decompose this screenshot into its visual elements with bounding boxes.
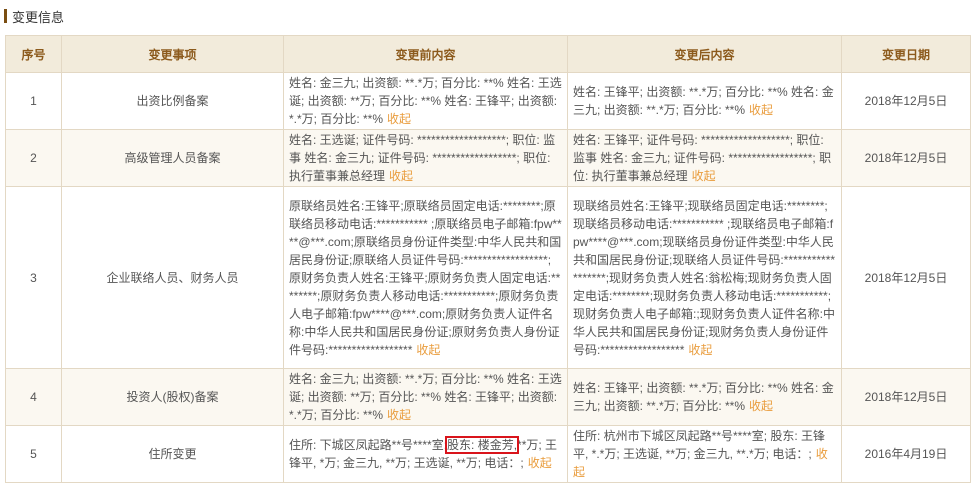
row-item: 住所变更 [61,425,284,483]
row-after: 住所: 杭州市下城区凤起路**号****室; 股东: 王锋平, *.*万; 王选… [567,425,842,483]
row-date: 2018年12月5日 [841,72,971,130]
row-before: 原联络员姓名:王锋平;原联络员固定电话:********;原联络员移动电话:**… [283,186,568,369]
row-item: 投资人(股权)备案 [61,368,284,426]
collapse-link[interactable]: 收起 [688,343,712,357]
row-after: 姓名: 王锋平; 证件号码: *******************; 职位: … [567,129,842,187]
row-before: 住所: 下城区凤起路**号****室;股东: 楼金芳,**万; 王锋平, *万;… [283,425,568,483]
row-index: 4 [5,368,62,426]
section-title: 变更信息 [12,9,65,25]
table-row: 2 高级管理人员备案 姓名: 王选诞; 证件号码: **************… [5,129,971,187]
collapse-link[interactable]: 收起 [528,456,552,470]
row-after: 姓名: 王锋平; 出资额: **.*万; 百分比: **% 姓名: 金三九; 出… [567,72,842,130]
row-item: 高级管理人员备案 [61,129,284,187]
row-index: 2 [5,129,62,187]
row-index: 5 [5,425,62,483]
collapse-link[interactable]: 收起 [387,408,411,422]
before-text: 原联络员姓名:王锋平;原联络员固定电话:********;原联络员移动电话:**… [289,198,562,357]
table-header-row: 序号 变更事项 变更前内容 变更后内容 变更日期 [5,35,971,73]
row-before: 姓名: 金三九; 出资额: **.*万; 百分比: **% 姓名: 王选诞; 出… [283,368,568,426]
row-index: 3 [5,186,62,369]
before-text: 姓名: 金三九; 出资额: **.*万; 百分比: **% 姓名: 王选诞; 出… [289,76,562,126]
collapse-link[interactable]: 收起 [749,399,773,413]
after-text: 住所: 杭州市下城区凤起路**号****室; 股东: 王锋平, *.*万; 王选… [573,429,826,461]
row-after: 姓名: 王锋平; 出资额: **.*万; 百分比: **% 姓名: 金三九; 出… [567,368,842,426]
row-before: 姓名: 金三九; 出资额: **.*万; 百分比: **% 姓名: 王选诞; 出… [283,72,568,130]
section-marker [4,9,7,23]
row-date: 2018年12月5日 [841,129,971,187]
table-row: 3 企业联络人员、财务人员 原联络员姓名:王锋平;原联络员固定电话:******… [5,186,971,369]
after-text: 姓名: 王锋平; 出资额: **.*万; 百分比: **% 姓名: 金三九; 出… [573,381,834,413]
section-header: 变更信息 [4,8,65,25]
collapse-link[interactable]: 收起 [416,343,440,357]
row-index: 1 [5,72,62,130]
row-date: 2018年12月5日 [841,186,971,369]
collapse-link[interactable]: 收起 [387,112,411,126]
change-records-table: 序号 变更事项 变更前内容 变更后内容 变更日期 1 出资比例备案 姓名: 金三… [5,35,971,483]
before-text: 姓名: 王选诞; 证件号码: *******************; 职位: … [289,133,556,183]
table-row: 4 投资人(股权)备案 姓名: 金三九; 出资额: **.*万; 百分比: **… [5,368,971,426]
collapse-link[interactable]: 收起 [389,169,413,183]
table-row: 5 住所变更 住所: 下城区凤起路**号****室;股东: 楼金芳,**万; 王… [5,425,971,483]
after-text: 现联络员姓名:王锋平;现联络员固定电话:********;现联络员移动电话:**… [573,198,836,357]
after-text: 姓名: 王锋平; 出资额: **.*万; 百分比: **% 姓名: 金三九; 出… [573,85,834,117]
table-row: 1 出资比例备案 姓名: 金三九; 出资额: **.*万; 百分比: **% 姓… [5,72,971,130]
header-item: 变更事项 [61,35,284,73]
row-after: 现联络员姓名:王锋平;现联络员固定电话:********;现联络员移动电话:**… [567,186,842,369]
highlighted-shareholder: 股东: 楼金芳, [445,436,520,454]
header-date: 变更日期 [841,35,971,73]
header-after: 变更后内容 [567,35,842,73]
before-text: 姓名: 金三九; 出资额: **.*万; 百分比: **% 姓名: 王选诞; 出… [289,372,562,422]
collapse-link[interactable]: 收起 [692,169,716,183]
row-item: 企业联络人员、财务人员 [61,186,284,369]
row-date: 2018年12月5日 [841,368,971,426]
row-before: 姓名: 王选诞; 证件号码: *******************; 职位: … [283,129,568,187]
collapse-link[interactable]: 收起 [749,103,773,117]
before-text: 住所: 下城区凤起路**号****室; [289,438,448,452]
row-item: 出资比例备案 [61,72,284,130]
header-before: 变更前内容 [283,35,568,73]
header-index: 序号 [5,35,62,73]
row-date: 2016年4月19日 [841,425,971,483]
